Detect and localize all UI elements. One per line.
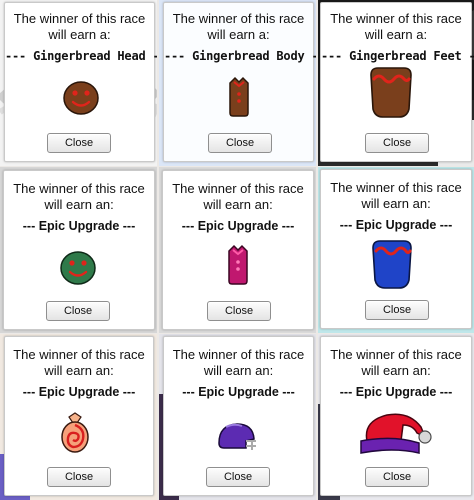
message-line-1: The winner of this race: [172, 181, 304, 196]
prize-name: --- Gingerbread Body ---: [164, 49, 316, 63]
epic-blue-feet-icon: [369, 238, 415, 295]
close-button[interactable]: Close: [208, 133, 272, 153]
epic-green-head-icon: [60, 251, 96, 290]
epic-helmet-icon: [216, 421, 258, 460]
close-button[interactable]: Close: [365, 133, 429, 153]
close-button[interactable]: Close: [365, 300, 429, 320]
panel-7: The winner of this race will earn an: --…: [0, 334, 157, 500]
prize-name: --- Epic Upgrade ---: [182, 385, 295, 399]
message-line-2: will earn an:: [361, 363, 431, 378]
epic-magenta-body-icon: [225, 243, 251, 290]
prize-name: --- Gingerbread Feet ---: [321, 49, 474, 63]
prize-dialog: The winner of this race will earn an: --…: [4, 336, 154, 496]
panel-4: The winner of this race will earn an: --…: [0, 167, 157, 333]
close-button[interactable]: Close: [47, 133, 111, 153]
message-line-1: The winner of this race: [330, 347, 462, 362]
prize-dialog: The winner of this race will earn a: ---…: [163, 2, 316, 162]
close-button[interactable]: Close: [207, 301, 271, 321]
panel-5: The winner of this race will earn an: --…: [159, 167, 316, 333]
message-line-1: The winner of this race: [172, 347, 305, 362]
prize-name: --- Epic Upgrade ---: [339, 218, 453, 232]
message-line-2: will earn an:: [44, 197, 114, 212]
message-line-1: The winner of this race: [13, 347, 145, 362]
message-line-2: will earn a:: [364, 27, 428, 42]
panel-3: The winner of this race will earn a: ---…: [318, 0, 474, 166]
prize-dialog: The winner of this race will earn a: ---…: [320, 2, 474, 162]
message-line-2: will earn an:: [361, 196, 431, 211]
close-button[interactable]: Close: [47, 467, 111, 487]
message-line-2: will earn a:: [48, 27, 111, 42]
close-button[interactable]: Close: [365, 467, 429, 487]
message-line-2: will earn an:: [44, 363, 114, 378]
gingerbread-body-icon: [226, 75, 252, 122]
gingerbread-head-icon: [63, 81, 99, 120]
prize-dialog: The winner of this race will earn an: --…: [320, 336, 472, 496]
message-line-1: The winner of this race: [330, 180, 462, 195]
prize-name: --- Epic Upgrade ---: [339, 385, 453, 399]
prize-name: --- Epic Upgrade ---: [22, 219, 136, 233]
panel-9: The winner of this race will earn an: --…: [318, 334, 474, 500]
close-button[interactable]: Close: [46, 301, 110, 321]
panel-8: The winner of this race will earn an: --…: [159, 334, 316, 500]
panel-1: The winner of this race will earn a: ---…: [0, 0, 157, 166]
gingerbread-feet-icon: [367, 65, 415, 124]
message-line-2: will earn an:: [203, 197, 273, 212]
prize-dialog: The winner of this race will earn an: --…: [320, 169, 472, 329]
panel-6: The winner of this race will earn an: --…: [318, 167, 474, 333]
epic-santa-hat-icon: [353, 407, 435, 464]
prize-dialog: The winner of this race will earn an: --…: [162, 170, 314, 330]
message-line-1: The winner of this race: [13, 181, 145, 196]
close-button[interactable]: Close: [206, 467, 270, 487]
epic-candy-icon: [59, 411, 91, 460]
prize-name: --- Gingerbread Head ---: [5, 49, 157, 63]
message-line-2: will earn a:: [207, 27, 270, 42]
message-line-2: will earn an:: [203, 363, 274, 378]
message-line-1: The winner of this race: [13, 11, 146, 26]
message-line-1: The winner of this race: [172, 11, 305, 26]
prize-dialog: The winner of this race will earn an: --…: [163, 336, 314, 496]
prize-dialog: The winner of this race will earn a: ---…: [4, 2, 157, 162]
prize-name: --- Epic Upgrade ---: [181, 219, 295, 233]
prize-name: --- Epic Upgrade ---: [22, 385, 136, 399]
panel-2: The winner of this race will earn a: ---…: [159, 0, 316, 166]
message-line-1: The winner of this race: [330, 11, 462, 26]
prize-dialog: The winner of this race will earn an: --…: [3, 170, 155, 330]
